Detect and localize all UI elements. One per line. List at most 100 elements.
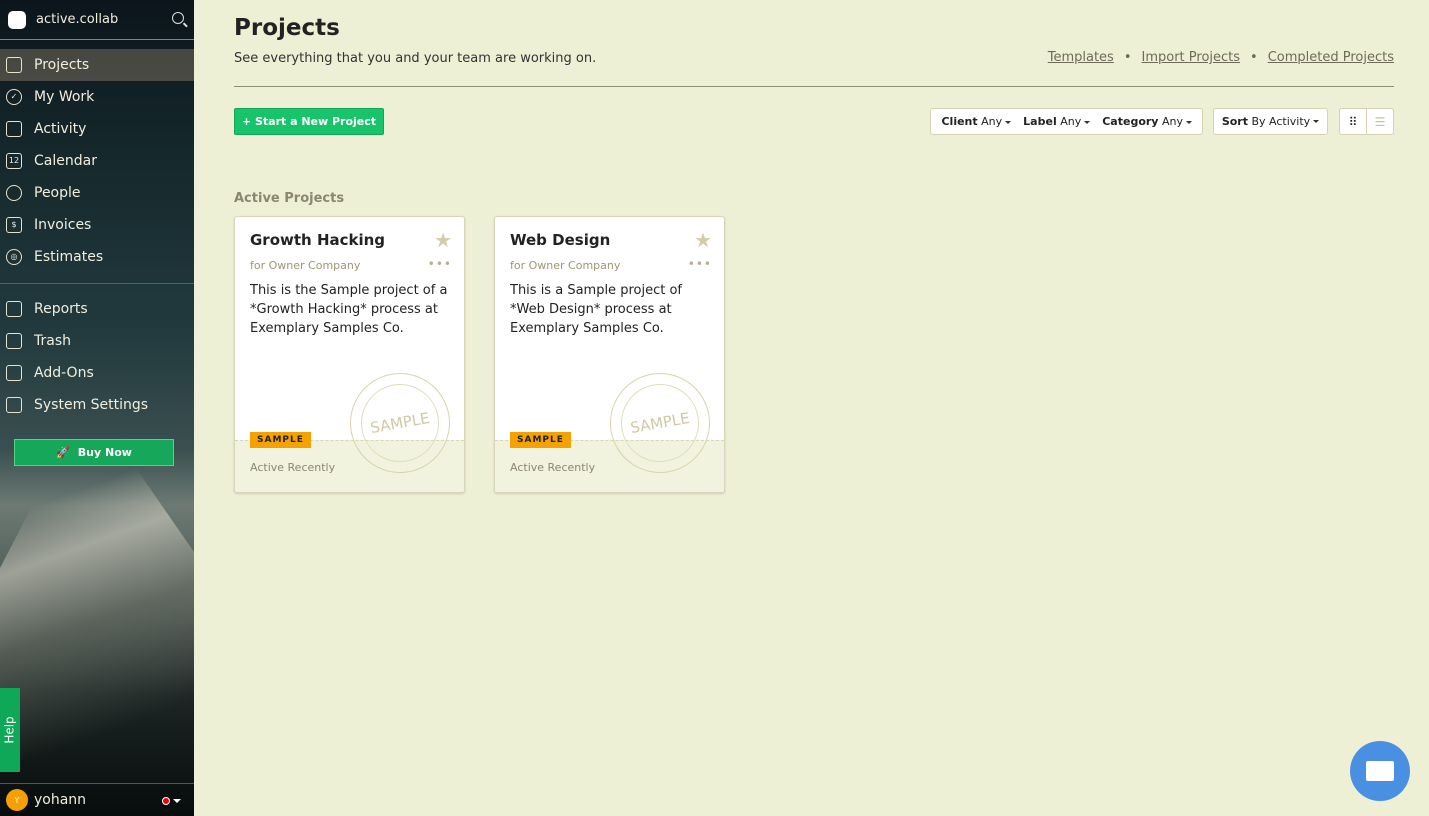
sidebar-item-label: People	[34, 185, 81, 201]
app-name: active.collab	[36, 12, 119, 27]
sidebar-item-add-ons[interactable]: Add-Ons	[0, 357, 194, 389]
project-description: This is a Sample project of *Web Design*…	[510, 283, 682, 336]
logo-icon	[8, 10, 26, 29]
filter-value: Any	[1060, 115, 1082, 128]
section-title: Active Projects	[234, 191, 345, 206]
page-title: Projects	[234, 15, 340, 41]
chat-bubble-icon	[1366, 761, 1394, 781]
check-circle-icon: ✓	[6, 89, 22, 105]
header-links: Templates • Import Projects • Completed Proj…	[1048, 50, 1394, 65]
label-filter[interactable]: Label Any	[1023, 115, 1091, 128]
grid-view-icon[interactable]: ⠿	[1340, 109, 1366, 134]
sidebar-item-label: Add-Ons	[34, 365, 94, 381]
caret-down-icon	[1186, 120, 1192, 127]
sidebar-item-label: Invoices	[34, 217, 92, 233]
sidebar-item-system-settings[interactable]: System Settings	[0, 389, 194, 421]
people-icon	[6, 185, 22, 201]
filter-label: Label	[1023, 115, 1057, 128]
activity-status: Active Recently	[250, 461, 336, 474]
project-card[interactable]: Web Design ★ for Owner Company ••• This …	[494, 216, 725, 493]
user-name: yohann	[34, 792, 87, 808]
sort-label: Sort	[1221, 115, 1248, 128]
templates-link[interactable]: Templates	[1048, 50, 1114, 65]
sidebar-item-reports[interactable]: Reports	[0, 293, 194, 325]
caret-down-icon	[1084, 120, 1091, 127]
calendar-icon: 12	[6, 153, 22, 169]
filter-value: Any	[1161, 115, 1183, 128]
chat-button[interactable]	[1350, 741, 1410, 801]
more-options-icon[interactable]: •••	[428, 257, 452, 271]
target-icon: ◎	[6, 249, 22, 265]
list-view-icon[interactable]: ☰	[1366, 109, 1393, 134]
activity-status: Active Recently	[510, 461, 596, 474]
chevron-down-icon[interactable]	[173, 799, 181, 807]
completed-projects-link[interactable]: Completed Projects	[1268, 50, 1394, 65]
view-toggle: ⠿ ☰	[1339, 108, 1394, 135]
sidebar-item-projects[interactable]: Projects	[0, 49, 194, 81]
settings-icon	[6, 397, 22, 413]
category-filter[interactable]: Category Any	[1102, 115, 1192, 128]
filter-label: Client	[941, 115, 978, 128]
sidebar-item-label: System Settings	[34, 397, 149, 413]
sidebar-item-label: Activity	[34, 121, 87, 137]
archive-icon	[6, 57, 22, 73]
sidebar-item-calendar[interactable]: 12 Calendar	[0, 145, 194, 177]
stamp-text: SAMPLE	[368, 408, 432, 438]
sidebar-item-label: Projects	[34, 57, 90, 73]
sidebar-item-label: Calendar	[34, 153, 97, 169]
filter-group: Client Any Label Any Category Any	[930, 108, 1203, 135]
sidebar-item-estimates[interactable]: ◎ Estimates	[0, 241, 194, 273]
filter-label: Category	[1102, 115, 1159, 128]
sidebar-background-image	[0, 440, 194, 760]
sidebar-item-label: Estimates	[34, 249, 104, 265]
buy-now-button[interactable]: 🚀 Buy Now	[14, 439, 174, 466]
sort-dropdown[interactable]: Sort By Activity	[1213, 108, 1328, 135]
reports-icon	[6, 301, 22, 317]
rocket-icon: 🚀	[56, 446, 70, 459]
dollar-icon: $	[6, 217, 22, 233]
filter-value: Any	[981, 115, 1003, 128]
separator: •	[1123, 50, 1132, 65]
sample-badge: SAMPLE	[250, 432, 311, 448]
project-description: This is the Sample project of a *Growth …	[250, 283, 448, 336]
activity-icon	[6, 121, 22, 137]
brand: active.collab	[0, 0, 194, 40]
project-title[interactable]: Growth Hacking	[250, 231, 385, 249]
sidebar-item-activity[interactable]: Activity	[0, 113, 194, 145]
trash-icon	[6, 333, 22, 349]
avatar: Y	[6, 789, 28, 811]
sidebar-item-trash[interactable]: Trash	[0, 325, 194, 357]
user-menu[interactable]: Y yohann	[0, 783, 194, 816]
main: Projects See everything that you and you…	[234, 0, 1394, 493]
sidebar-item-label: Trash	[34, 333, 71, 349]
buy-now-label: Buy Now	[77, 446, 132, 459]
client-filter[interactable]: Client Any	[941, 115, 1012, 128]
caret-down-icon	[1313, 120, 1320, 126]
caret-down-icon	[1005, 120, 1012, 127]
help-label: Help	[3, 716, 18, 744]
import-projects-link[interactable]: Import Projects	[1142, 50, 1241, 65]
stamp-text: SAMPLE	[628, 408, 692, 438]
sidebar-item-people[interactable]: People	[0, 177, 194, 209]
divider	[0, 283, 194, 284]
status-dot-icon	[162, 797, 170, 805]
start-new-project-button[interactable]: + Start a New Project	[234, 108, 384, 135]
project-client: for Owner Company	[250, 259, 361, 272]
project-card[interactable]: Growth Hacking ★ for Owner Company ••• T…	[234, 216, 465, 493]
project-title[interactable]: Web Design	[510, 231, 610, 249]
sidebar-item-label: My Work	[34, 89, 95, 105]
sidebar-item-label: Reports	[34, 301, 88, 317]
star-icon[interactable]: ★	[434, 228, 452, 252]
star-icon[interactable]: ★	[694, 228, 712, 252]
sort-value: By Activity	[1251, 115, 1311, 128]
project-client: for Owner Company	[510, 259, 621, 272]
more-options-icon[interactable]: •••	[688, 257, 712, 271]
addons-icon	[6, 365, 22, 381]
search-icon[interactable]	[172, 12, 184, 24]
sidebar-item-invoices[interactable]: $ Invoices	[0, 209, 194, 241]
help-tab[interactable]: Help	[0, 688, 20, 772]
sidebar-item-my-work[interactable]: ✓ My Work	[0, 81, 194, 113]
sidebar: active.collab Projects ✓ My Work Activity…	[0, 0, 194, 816]
separator: •	[1250, 50, 1258, 65]
sample-badge: SAMPLE	[510, 432, 571, 448]
